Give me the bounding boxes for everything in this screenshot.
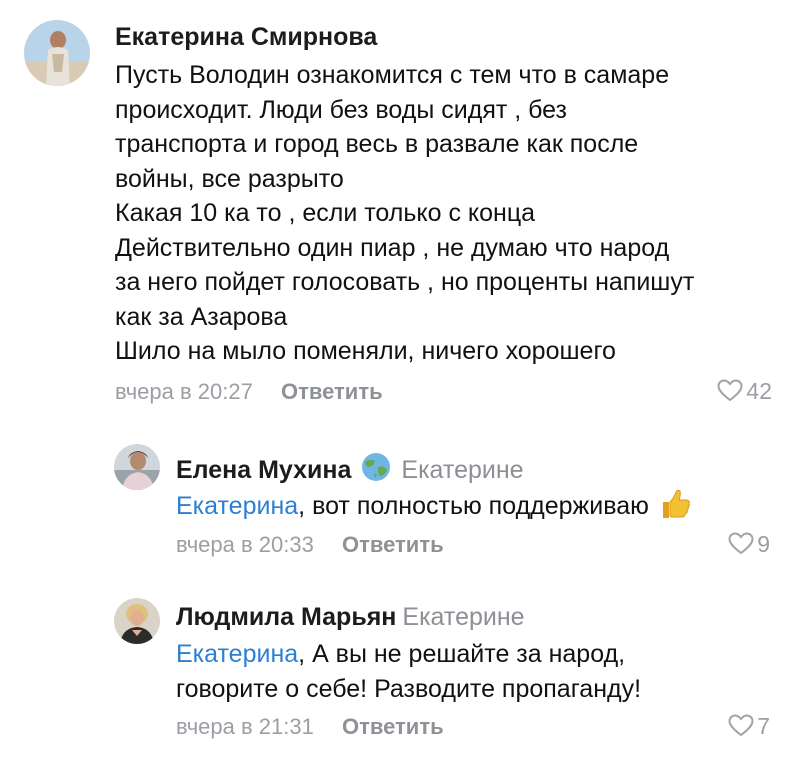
reply-header: Елена Мухина Екатерине bbox=[176, 452, 524, 489]
comment-line: Пусть Володин ознакомится с тем что в са… bbox=[115, 61, 670, 89]
globe-icon bbox=[357, 452, 395, 489]
comment-meta: вчера в 20:27 Ответить bbox=[115, 379, 383, 405]
avatar[interactable] bbox=[114, 598, 160, 644]
author-name[interactable]: Людмила Марьян bbox=[176, 603, 396, 631]
author-name[interactable]: Елена Мухина bbox=[176, 456, 351, 484]
reply-to-label: Екатерине bbox=[402, 603, 525, 631]
comment-text: Пусть Володин ознакомится с тем что в са… bbox=[115, 58, 694, 369]
heart-icon bbox=[728, 532, 754, 560]
like-count: 7 bbox=[757, 713, 770, 739]
like-count: 9 bbox=[757, 531, 770, 557]
reply-text: Екатерина, вот полностью поддерживаю bbox=[176, 488, 691, 530]
reply-meta: вчера в 20:33 Ответить bbox=[176, 532, 444, 558]
like-button[interactable]: 9 bbox=[728, 531, 770, 560]
reply-line: Екатерина, вот полностью поддерживаю bbox=[176, 488, 691, 530]
comment-line: происходит. Люди без воды сидят , без bbox=[115, 95, 568, 124]
like-count: 42 bbox=[746, 378, 772, 404]
reply-to-label: Екатерине bbox=[401, 456, 524, 484]
comment-line: Шило на мыло поменяли, ничего хорошего bbox=[115, 337, 616, 365]
heart-icon bbox=[717, 379, 743, 407]
reply-button[interactable]: Ответить bbox=[342, 714, 444, 739]
timestamp: вчера в 21:31 bbox=[176, 714, 314, 739]
comment-line: за него пойдет голосовать , но проценты … bbox=[115, 268, 695, 296]
reply-item: Елена Мухина Екатерине Екатерина, вот пол… bbox=[0, 430, 800, 580]
avatar[interactable] bbox=[24, 20, 90, 86]
reply-header: Людмила Марьян Екатерине bbox=[176, 602, 525, 632]
mention-link[interactable]: Екатерина bbox=[176, 640, 298, 668]
reply-line: Екатерина, А вы не решайте за народ, bbox=[176, 640, 626, 668]
author-name[interactable]: Екатерина Смирнова bbox=[115, 23, 377, 51]
comment-line: войны, все разрыто bbox=[115, 164, 344, 193]
heart-icon bbox=[728, 714, 754, 742]
avatar[interactable] bbox=[114, 444, 160, 490]
thumbs-up-icon bbox=[659, 488, 691, 530]
reply-text: Екатерина, А вы не решайте за народ, гов… bbox=[176, 637, 641, 706]
mention-link[interactable]: Екатерина bbox=[176, 492, 298, 520]
comment-header: Екатерина Смирнова bbox=[115, 22, 377, 52]
timestamp: вчера в 20:33 bbox=[176, 532, 314, 557]
comment-line: транспорта и город весь в развале как по… bbox=[115, 130, 639, 158]
comment-line: Какая 10 ка то , если только с конца bbox=[115, 199, 536, 227]
reply-meta: вчера в 21:31 Ответить bbox=[176, 714, 444, 740]
reply-item: Людмила Марьян Екатерине Екатерина, А вы … bbox=[0, 584, 800, 777]
timestamp: вчера в 20:27 bbox=[115, 379, 253, 404]
like-button[interactable]: 7 bbox=[728, 713, 770, 742]
comment-line: Действительно один пиар , не думаю что н… bbox=[115, 233, 670, 262]
comment-item: Екатерина Смирнова Пусть Володин ознаком… bbox=[0, 0, 800, 420]
like-button[interactable]: 42 bbox=[717, 378, 772, 407]
comment-line: как за Азарова bbox=[115, 302, 288, 331]
reply-button[interactable]: Ответить bbox=[342, 532, 444, 557]
reply-button[interactable]: Ответить bbox=[281, 379, 383, 404]
reply-line: говорите о себе! Разводите пропаганду! bbox=[176, 674, 642, 703]
